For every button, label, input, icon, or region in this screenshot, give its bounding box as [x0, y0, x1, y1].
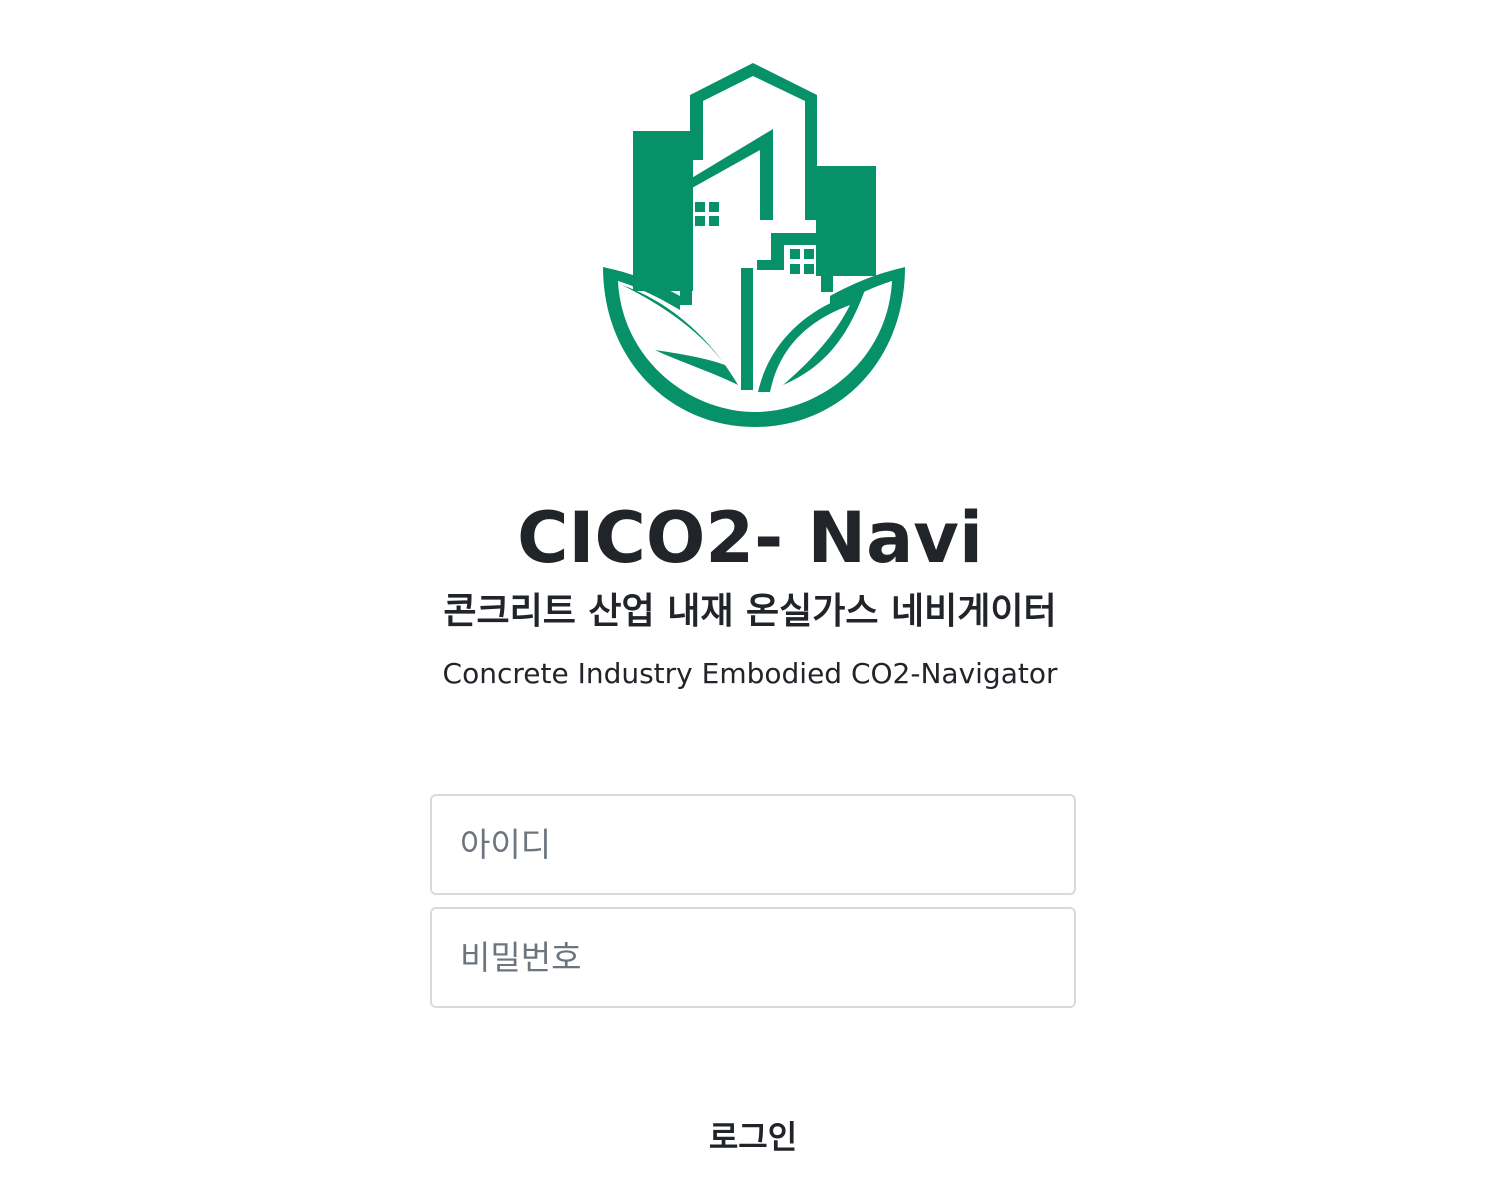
building-leaf-logo-icon — [603, 63, 905, 427]
app-title: CICO2- Navi — [517, 497, 983, 579]
app-subtitle-english: Concrete Industry Embodied CO2-Navigator — [442, 657, 1058, 690]
password-input[interactable] — [430, 907, 1076, 1008]
login-button[interactable]: 로그인 — [600, 1100, 906, 1170]
app-subtitle-korean: 콘크리트 산업 내재 온실가스 네비게이터 — [443, 591, 1057, 632]
user-id-input[interactable] — [430, 794, 1076, 895]
